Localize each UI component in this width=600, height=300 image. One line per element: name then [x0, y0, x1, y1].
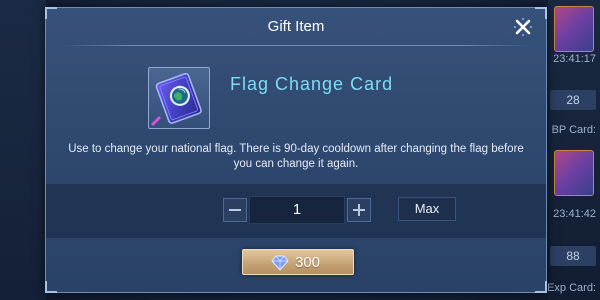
- plus-icon: [347, 198, 371, 222]
- background-right-panel: 23:41:17 28 BP Card: 23:41:42 88 Exp Car…: [547, 0, 600, 300]
- gift-item-dialog: Gift Item Flag Change Card Use to change…: [45, 7, 547, 293]
- purchase-price: 300: [295, 254, 321, 271]
- diamond-icon: [271, 255, 289, 271]
- background-label: Exp Card:: [547, 282, 596, 294]
- close-button[interactable]: [512, 16, 534, 38]
- item-icon-frame: [148, 67, 210, 129]
- frame-corner: [45, 281, 57, 293]
- background-label: BP Card:: [551, 124, 596, 136]
- purchase-button[interactable]: 300: [242, 249, 354, 275]
- minus-icon: [223, 198, 247, 222]
- background-count: 88: [550, 246, 596, 266]
- item-description: Use to change your national flag. There …: [68, 143, 524, 170]
- item-name: Flag Change Card: [230, 74, 394, 94]
- dialog-title: Gift Item: [267, 18, 325, 35]
- background-left-panel: [0, 0, 46, 300]
- decrease-quantity-button[interactable]: [223, 198, 247, 222]
- increase-quantity-button[interactable]: [347, 198, 371, 222]
- background-timer: 23:41:17: [553, 53, 596, 65]
- background-count: 28: [550, 90, 596, 110]
- background-timer: 23:41:42: [553, 208, 596, 220]
- background-card-thumbnail: [554, 150, 594, 196]
- quantity-field[interactable]: 1: [249, 196, 345, 224]
- quantity-selector: 1 Max: [46, 184, 546, 238]
- title-divider: [60, 45, 532, 46]
- background-card-thumbnail: [554, 6, 594, 52]
- frame-corner: [535, 281, 547, 293]
- max-quantity-button[interactable]: Max: [398, 197, 456, 221]
- close-icon: [514, 18, 532, 36]
- flag-card-icon: [150, 72, 202, 127]
